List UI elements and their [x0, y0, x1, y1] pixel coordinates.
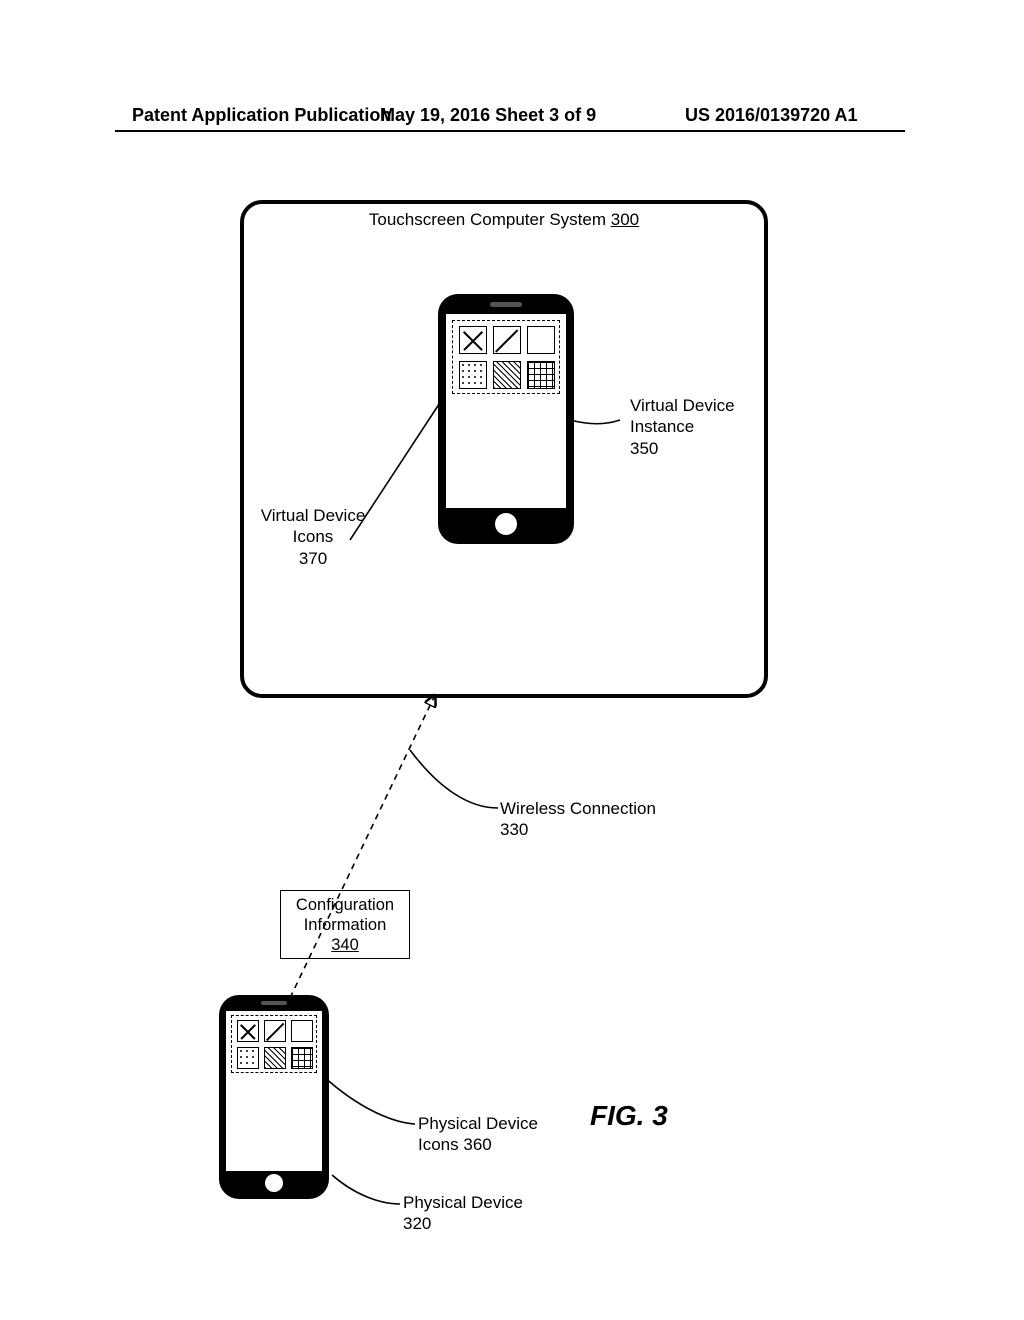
label-virtual-device-icons: Virtual Device Icons 370 — [253, 505, 373, 569]
physical-icon-2 — [264, 1020, 286, 1042]
label-vdi-text: Virtual Device Instance — [630, 396, 735, 436]
physical-icon-grid — [231, 1015, 317, 1073]
phone-home-button — [495, 513, 517, 535]
header-right: US 2016/0139720 A1 — [685, 105, 857, 126]
physical-icon-1 — [237, 1020, 259, 1042]
label-wireless-ref: 330 — [500, 820, 528, 839]
touchscreen-title-text: Touchscreen Computer System — [369, 210, 606, 229]
virtual-icon-3 — [527, 326, 555, 354]
label-physical-device: Physical Device 320 — [403, 1192, 573, 1235]
label-wireless-connection: Wireless Connection 330 — [500, 798, 700, 841]
label-pd-text: Physical Device — [403, 1193, 523, 1212]
virtual-icon-6 — [527, 361, 555, 389]
label-vdicons-text: Virtual Device Icons — [261, 506, 366, 546]
phone-speaker — [261, 1001, 287, 1005]
physical-icon-6 — [291, 1047, 313, 1069]
figure-caption: FIG. 3 — [590, 1100, 668, 1132]
physical-phone — [219, 995, 329, 1199]
virtual-phone — [438, 294, 574, 544]
label-wireless-text: Wireless Connection — [500, 799, 656, 818]
label-pd-ref: 320 — [403, 1214, 431, 1233]
virtual-icon-4 — [459, 361, 487, 389]
header-rule — [115, 130, 905, 132]
virtual-icon-grid — [452, 320, 560, 394]
label-vdi-ref: 350 — [630, 439, 658, 458]
configuration-info-box: Configuration Information 340 — [280, 890, 410, 959]
virtual-icon-1 — [459, 326, 487, 354]
physical-icon-3 — [291, 1020, 313, 1042]
touchscreen-title-ref: 300 — [611, 210, 639, 229]
cfg-ref: 340 — [331, 936, 359, 954]
virtual-icon-2 — [493, 326, 521, 354]
phone-home-button — [265, 1174, 283, 1192]
label-vdicons-ref: 370 — [299, 549, 327, 568]
header-left: Patent Application Publication — [132, 105, 391, 126]
physical-icon-5 — [264, 1047, 286, 1069]
phone-speaker — [490, 302, 522, 307]
label-pdicons-ref: 360 — [463, 1135, 491, 1154]
cfg-text: Configuration Information — [296, 896, 394, 934]
header-mid: May 19, 2016 Sheet 3 of 9 — [380, 105, 596, 126]
virtual-icon-5 — [493, 361, 521, 389]
label-virtual-device-instance: Virtual Device Instance 350 — [630, 395, 770, 459]
label-physical-device-icons: Physical Device Icons 360 — [418, 1113, 588, 1156]
physical-icon-4 — [237, 1047, 259, 1069]
touchscreen-title: Touchscreen Computer System 300 — [244, 210, 764, 230]
